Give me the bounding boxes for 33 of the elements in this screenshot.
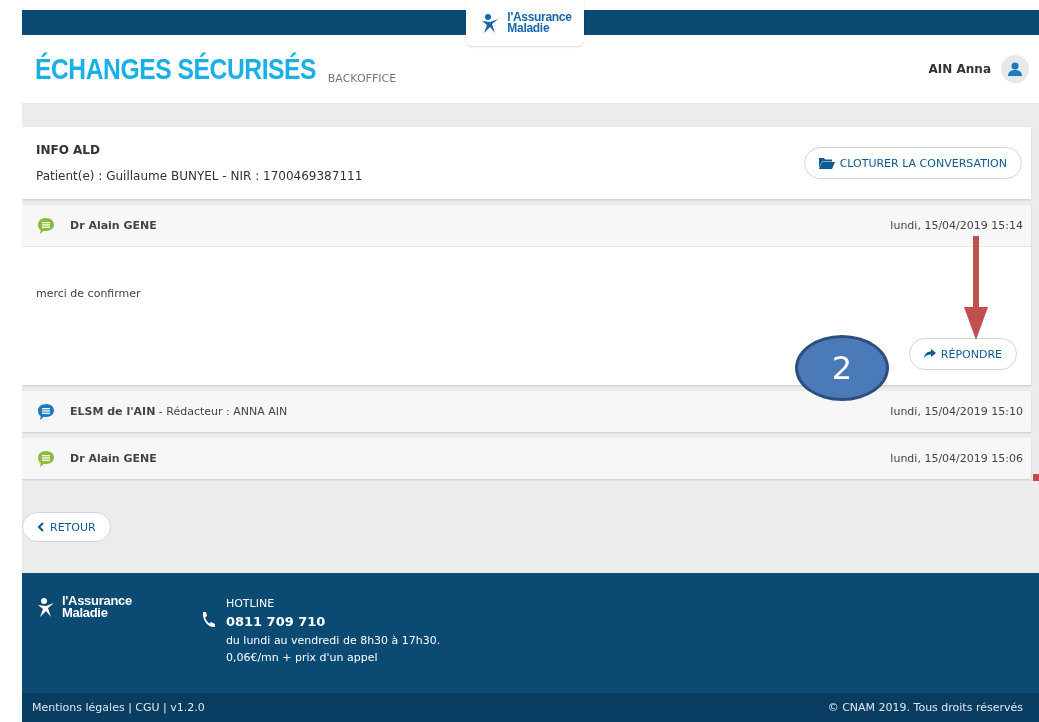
- message-sender: Dr Alain GENE: [70, 452, 157, 465]
- footer-links: Mentions légales | CGU | v1.2.0: [32, 701, 205, 714]
- user-avatar[interactable]: [1001, 55, 1029, 83]
- app-title: ÉCHANGES SÉCURISÉS: [35, 52, 317, 86]
- conversation-subject: INFO ALD: [36, 143, 101, 157]
- back-button[interactable]: RETOUR: [22, 512, 111, 542]
- chevron-left-icon: [37, 522, 44, 532]
- logo-text: l'Assurance: [62, 595, 132, 608]
- message-date: lundi, 15/04/2019 15:14: [890, 219, 1023, 232]
- message-date: lundi, 15/04/2019 15:06: [890, 452, 1023, 465]
- message-sender: ELSM de l'AIN - Rédacteur : ANNA AIN: [70, 405, 288, 418]
- share-arrow-icon: [923, 349, 936, 359]
- hotline-price: 0,06€/mn + prix d'un appel: [225, 650, 379, 666]
- message-sender: Dr Alain GENE: [70, 219, 157, 232]
- annotation-mark: [1033, 474, 1039, 481]
- logo-text: Maladie: [507, 23, 551, 35]
- copyright: © CNAM 2019. Tous droits réservés: [827, 701, 1023, 714]
- message-text: merci de confirmer: [36, 287, 142, 300]
- hotline-phone: 0811 709 710: [225, 613, 327, 631]
- reply-button[interactable]: RÉPONDRE: [908, 338, 1017, 370]
- logo-text: Maladie: [62, 607, 109, 620]
- message-date: lundi, 15/04/2019 15:10: [890, 405, 1023, 418]
- hotline-label: HOTLINE: [225, 596, 276, 612]
- close-conversation-button[interactable]: CLOTURER LA CONVERSATION: [803, 147, 1022, 179]
- patient-info: Patient(e) : Guillaume BUNYEL - NIR : 1700469387111: [36, 169, 363, 183]
- app-subtitle: BACKOFFICE: [327, 72, 397, 85]
- message-header[interactable]: Dr Alain GENE lundi, 15/04/2019 15:06: [22, 438, 1031, 479]
- message-header[interactable]: Dr Alain GENE lundi, 15/04/2019 15:14: [22, 205, 1031, 246]
- message-header[interactable]: ELSM de l'AIN - Rédacteur : ANNA AIN lundi, 15/04/2019 15:10: [22, 391, 1031, 432]
- hotline-hours: du lundi au vendredi de 8h30 à 17h30.: [225, 633, 441, 649]
- user-name: AIN Anna: [928, 62, 991, 76]
- folder-icon: [818, 157, 835, 169]
- logo-text: l'Assurance: [507, 11, 572, 23]
